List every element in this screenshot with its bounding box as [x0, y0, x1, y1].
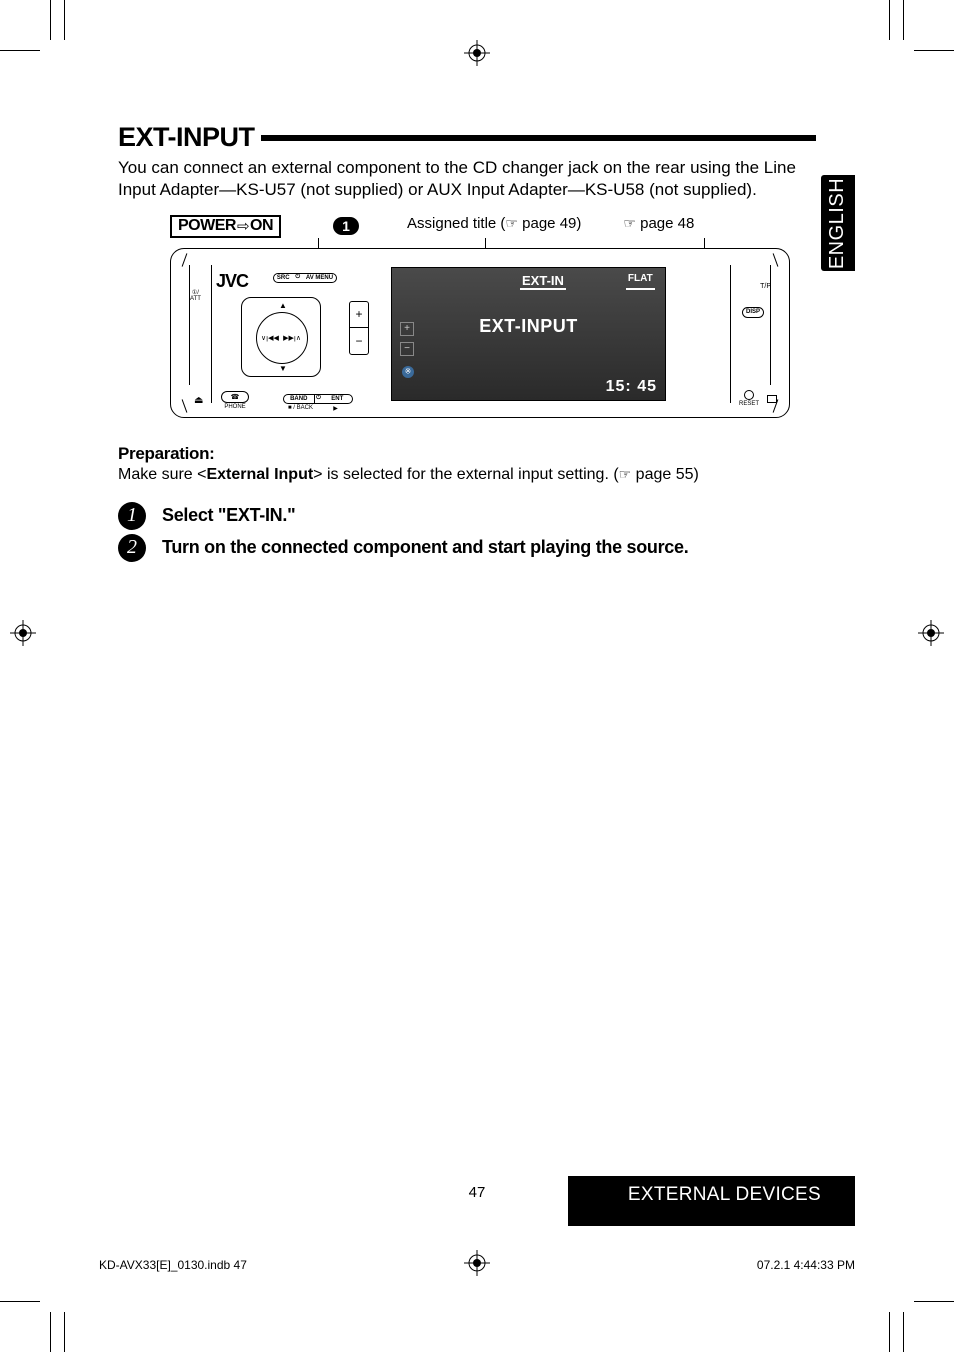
heading-rule: [261, 135, 816, 141]
step-row: 1 Select "EXT-IN.": [118, 502, 816, 530]
plus-icon: +: [400, 322, 414, 336]
plus-icon: +: [350, 302, 368, 329]
registration-mark-icon: [918, 620, 944, 646]
band-ent-button: BAND ⏻ ENT: [283, 394, 353, 404]
preparation-text: Make sure <External Input> is selected f…: [118, 466, 816, 484]
language-label: ENGLISH: [827, 177, 850, 268]
pointing-hand-icon: ☞: [623, 215, 636, 232]
phone-icon: ☎: [221, 391, 249, 403]
down-arrow-icon: ▼: [279, 364, 287, 373]
att-label: ①/ ATT: [190, 290, 201, 302]
registration-mark-icon: [464, 1250, 490, 1276]
step-text: Select "EXT-IN.": [162, 505, 295, 526]
disp-button: DISP: [742, 307, 764, 318]
device-screen: EXT-IN FLAT + − ※ EXT-INPUT 15: 45: [391, 267, 666, 401]
section-footer: EXTERNAL DEVICES: [568, 1176, 855, 1226]
ir-window-icon: [767, 395, 777, 403]
eject-icon: ⏏: [194, 395, 203, 406]
step-row: 2 Turn on the connected component and st…: [118, 534, 816, 562]
dpad: ▲ ▼ ∨ꞁ◀◀ ▶▶ꞁ∧: [241, 297, 321, 377]
next-track-icon: ▶▶ꞁ∧: [283, 334, 301, 342]
preparation-heading: Preparation:: [118, 444, 816, 464]
intro-paragraph: You can connect an external component to…: [118, 157, 816, 201]
callout-number: 1: [333, 217, 359, 235]
src-avmenu-button: SRC ⏻ AV MENU: [273, 273, 337, 283]
reset-area: RESET: [739, 390, 759, 407]
screen-source-label: EXT-IN: [520, 274, 566, 290]
pointing-hand-icon: ☞: [619, 466, 632, 483]
up-arrow-icon: ▲: [279, 301, 287, 310]
assigned-title-annotation: Assigned title (☞ page 49): [407, 215, 581, 232]
registration-mark-icon: [464, 40, 490, 66]
pointing-hand-icon: ☞: [505, 215, 518, 232]
screen-clock: 15: 45: [606, 378, 657, 396]
footer-timestamp: 07.2.1 4:44:33 PM: [757, 1258, 855, 1272]
power-label-post: ON: [250, 217, 273, 235]
minus-icon: −: [400, 342, 414, 356]
section-heading: EXT-INPUT: [118, 122, 816, 153]
device-diagram: JVC SRC ⏻ AV MENU ①/ ATT ▲ ▼ ∨ꞁ◀◀ ▶▶ꞁ∧ +…: [170, 248, 790, 420]
power-on-box: POWER ⇨ ON: [170, 215, 281, 238]
minus-icon: −: [350, 328, 368, 354]
language-tab: ENGLISH: [821, 175, 855, 271]
screen-main-text: EXT-INPUT: [392, 316, 665, 337]
step-number-circle: 2: [118, 534, 146, 562]
footer-filename: KD-AVX33[E]_0130.indb 47: [99, 1258, 247, 1272]
registration-mark-icon: [10, 620, 36, 646]
phone-button-area: ☎ PHONE: [221, 391, 249, 410]
step-text: Turn on the connected component and star…: [162, 537, 688, 558]
heading-text: EXT-INPUT: [118, 122, 255, 153]
prev-track-icon: ∨ꞁ◀◀: [261, 334, 279, 342]
jvc-logo: JVC: [216, 271, 248, 292]
step-number-circle: 1: [118, 502, 146, 530]
screen-eq-label: FLAT: [626, 274, 655, 290]
tp-label: T/P: [760, 283, 771, 290]
page-ref-right: ☞ page 48: [623, 215, 694, 232]
bluetooth-icon: ※: [402, 366, 414, 378]
power-label-pre: POWER: [178, 217, 236, 235]
band-sub-labels: ■ / BACK ▶: [283, 405, 353, 412]
volume-rocker: + −: [349, 301, 369, 355]
arrow-right-icon: ⇨: [237, 217, 249, 235]
reset-hole-icon: [744, 390, 754, 400]
